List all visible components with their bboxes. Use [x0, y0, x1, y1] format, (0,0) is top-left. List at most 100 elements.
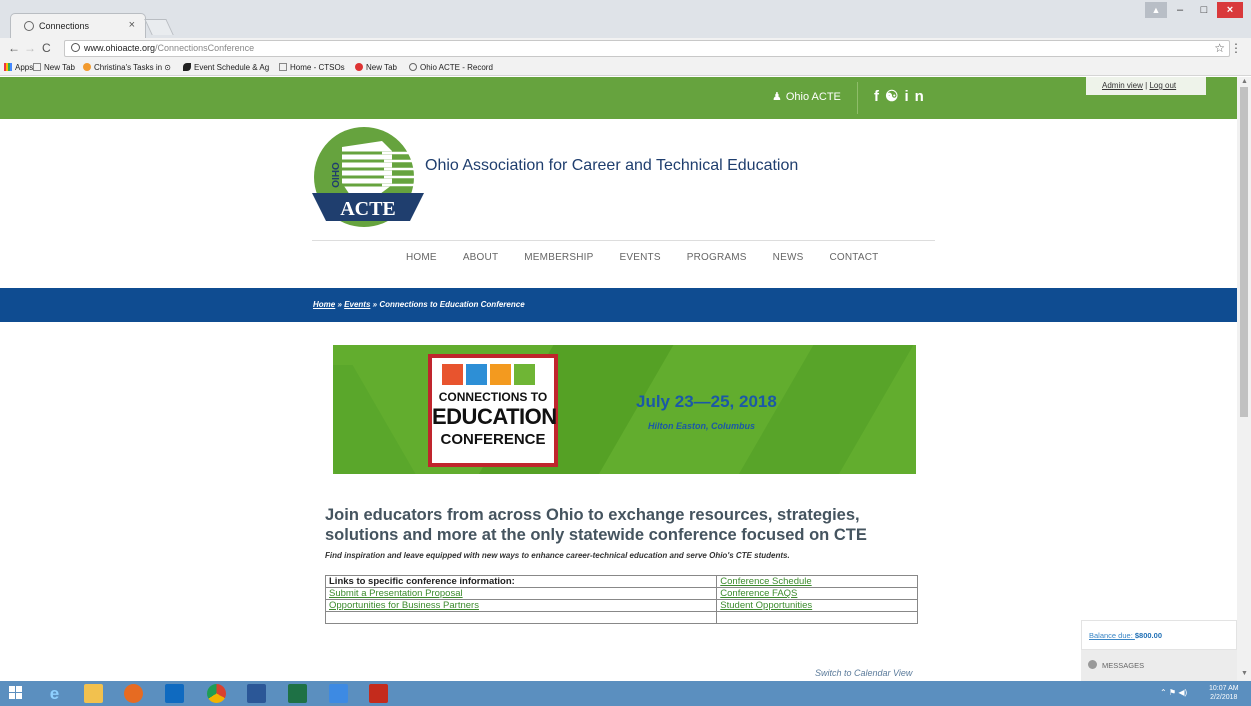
maximize-button[interactable]: □	[1193, 2, 1215, 18]
nav-membership[interactable]: MEMBERSHIP	[524, 252, 593, 263]
bookmark-apps[interactable]: Apps	[4, 63, 33, 72]
bookmark-star-icon[interactable]: ☆	[1214, 41, 1225, 55]
reload-button[interactable]: C	[42, 41, 51, 55]
main-navigation: HOME ABOUT MEMBERSHIP EVENTS PROGRAMS NE…	[406, 252, 904, 263]
admin-panel: Admin view | Log out	[1086, 77, 1206, 95]
page-headline: Join educators from across Ohio to excha…	[325, 506, 867, 544]
internet-explorer-icon[interactable]: e	[45, 684, 64, 703]
breadcrumb-current: Connections to Education Conference	[379, 300, 525, 309]
medical-icon	[442, 364, 463, 385]
nav-about[interactable]: ABOUT	[463, 252, 498, 263]
table-header: Links to specific conference information…	[324, 575, 718, 588]
scrollbar-thumb[interactable]	[1240, 87, 1248, 417]
table-row: Opportunities for Business Partners Stud…	[324, 599, 918, 612]
dropbox-icon[interactable]	[329, 684, 348, 703]
table-row: Submit a Presentation Proposal Conferenc…	[324, 587, 918, 600]
windows-start-icon[interactable]	[9, 686, 23, 700]
site-title[interactable]: Ohio Association for Career and Technica…	[425, 157, 798, 175]
info-icon[interactable]	[71, 43, 80, 52]
scroll-down-icon[interactable]: ▼	[1241, 670, 1248, 677]
nav-events[interactable]: EVENTS	[620, 252, 661, 263]
scroll-up-icon[interactable]: ▲	[1241, 78, 1248, 85]
user-icon[interactable]: ▲	[1145, 2, 1167, 18]
linkedin-icon[interactable]: in	[904, 88, 929, 105]
business-partners-link[interactable]: Opportunities for Business Partners	[324, 599, 718, 612]
bookmark-tasks[interactable]: Christina's Tasks in ⊙	[83, 63, 171, 72]
apps-icon	[4, 63, 12, 71]
browser-tab[interactable]: Connections ×	[10, 13, 146, 38]
science-icon	[466, 364, 487, 385]
minimize-button[interactable]: –	[1169, 2, 1191, 18]
globe-icon	[24, 21, 34, 31]
bookmarks-bar: Apps New Tab Christina's Tasks in ⊙ Even…	[0, 59, 1251, 76]
admin-view-link[interactable]: Admin view	[1102, 81, 1143, 90]
log-out-link[interactable]: Log out	[1149, 81, 1176, 90]
nav-programs[interactable]: PROGRAMS	[687, 252, 747, 263]
messages-icon	[1088, 660, 1097, 669]
conference-line-3: CONFERENCE	[440, 431, 546, 448]
conference-links-table: Links to specific conference information…	[324, 575, 918, 624]
file-explorer-icon[interactable]	[84, 684, 103, 703]
divider	[312, 240, 935, 241]
outlook-icon[interactable]	[165, 684, 184, 703]
ohio-acte-logo[interactable]: ACTE OHIO	[312, 125, 424, 231]
address-bar[interactable]: www.ohioacte.org/ConnectionsConference	[64, 40, 1230, 57]
conference-logo: CONNECTIONS TO EDUCATION CONFERENCE	[428, 354, 558, 467]
tab-close-icon[interactable]: ×	[129, 19, 135, 31]
breadcrumb-home[interactable]: Home	[313, 300, 335, 309]
system-tray[interactable]: ⌃ ⚑ ◀)	[1160, 688, 1187, 697]
nav-home[interactable]: HOME	[406, 252, 437, 263]
facebook-icon[interactable]: f	[874, 88, 885, 105]
conference-schedule-link[interactable]: Conference Schedule	[716, 575, 918, 588]
divider	[857, 82, 858, 114]
globe-icon	[409, 63, 417, 71]
balance-widget[interactable]: Balance due: $800.00	[1081, 620, 1237, 650]
event-icon	[183, 63, 191, 71]
acrobat-icon[interactable]	[369, 684, 388, 703]
student-opportunities-link[interactable]: Student Opportunities	[716, 599, 918, 612]
bookmark-home-ctsos[interactable]: Home - CTSOs	[279, 63, 345, 72]
table-row	[324, 611, 918, 624]
browser-menu-icon[interactable]: ⋮	[1230, 41, 1242, 55]
twitter-icon[interactable]: ☯	[885, 88, 904, 105]
chrome-icon[interactable]	[207, 684, 226, 703]
table-row: Links to specific conference information…	[324, 575, 918, 588]
firefox-icon[interactable]	[124, 684, 143, 703]
conference-faqs-link[interactable]: Conference FAQS	[716, 587, 918, 600]
bookmark-event-schedule[interactable]: Event Schedule & Ag	[183, 63, 269, 72]
breadcrumb-events[interactable]: Events	[344, 300, 370, 309]
forklift-icon	[490, 364, 511, 385]
calendar-view-link[interactable]: Switch to Calendar View	[815, 668, 912, 678]
excel-icon[interactable]	[288, 684, 307, 703]
nav-contact[interactable]: CONTACT	[829, 252, 878, 263]
new-tab-button[interactable]	[144, 19, 174, 35]
url-path: /ConnectionsConference	[155, 43, 255, 53]
bookmark-ohio-acte[interactable]: Ohio ACTE - Record	[409, 63, 493, 72]
page-icon	[33, 63, 41, 71]
logo-ohio-text: OHIO	[329, 162, 340, 188]
url-host: www.ohioacte.org	[84, 43, 156, 53]
logo-acte-text: ACTE	[340, 198, 396, 220]
messages-widget[interactable]: MESSAGES	[1081, 650, 1237, 681]
table-cell	[324, 611, 718, 624]
tab-title: Connections	[39, 21, 90, 31]
tasks-icon	[83, 63, 91, 71]
close-window-button[interactable]: ×	[1217, 2, 1243, 18]
back-button[interactable]: ←	[8, 41, 20, 55]
bookmark-new-tab-2[interactable]: New Tab	[355, 63, 397, 72]
nav-news[interactable]: NEWS	[773, 252, 804, 263]
account-link[interactable]: ♟ Ohio ACTE	[772, 90, 841, 103]
page-icon	[279, 63, 287, 71]
page-scrollbar[interactable]: ▲ ▼	[1237, 77, 1251, 681]
conference-venue: Hilton Easton, Columbus	[648, 421, 755, 431]
battery-icon	[514, 364, 535, 385]
social-links[interactable]: f☯in	[874, 87, 930, 105]
breadcrumb-bar: Home » Events » Connections to Education…	[0, 288, 1237, 322]
taskbar-clock[interactable]: 10:07 AM 2/2/2018	[1209, 684, 1239, 702]
bookmark-new-tab[interactable]: New Tab	[33, 63, 75, 72]
submit-proposal-link[interactable]: Submit a Presentation Proposal	[324, 587, 718, 600]
conference-line-2: EDUCATION	[432, 404, 557, 429]
word-icon[interactable]	[247, 684, 266, 703]
red-circle-icon	[355, 63, 363, 71]
forward-button[interactable]: →	[24, 41, 36, 55]
